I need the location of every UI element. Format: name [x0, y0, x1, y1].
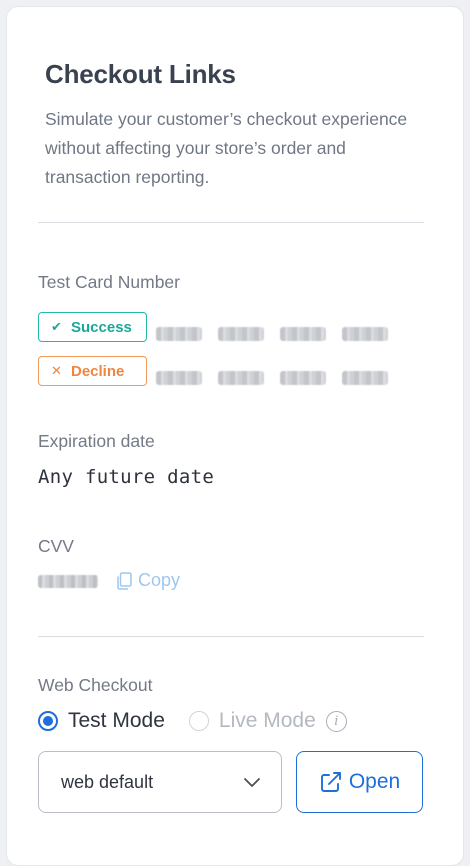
decline-badge: ✕ Decline — [38, 356, 147, 386]
info-icon[interactable]: i — [325, 710, 347, 732]
x-icon: ✕ — [51, 363, 62, 378]
copy-icon — [117, 571, 132, 590]
masked-digits — [280, 371, 326, 385]
expiration-value: Any future date — [38, 466, 215, 488]
select-value: web default — [61, 771, 154, 792]
section-divider — [38, 222, 424, 223]
expiration-label: Expiration date — [38, 431, 155, 451]
live-mode-label: Live Mode — [218, 709, 316, 732]
external-link-icon — [320, 772, 341, 792]
test-card-label: Test Card Number — [38, 272, 180, 292]
success-card-number-masked — [156, 327, 388, 341]
copy-button[interactable]: Copy — [116, 570, 180, 591]
decline-label: Decline — [71, 362, 125, 380]
chevron-down-icon — [244, 778, 260, 787]
success-badge: ✔ Success — [38, 312, 147, 342]
masked-digits — [342, 371, 388, 385]
checkout-template-select[interactable]: web default — [38, 751, 282, 813]
section-divider — [38, 636, 424, 637]
masked-digits — [156, 327, 202, 341]
page-title: Checkout Links — [45, 59, 236, 89]
test-mode-label: Test Mode — [68, 709, 165, 732]
success-label: Success — [71, 318, 132, 336]
copy-label: Copy — [138, 570, 181, 590]
radio-unselected-icon — [188, 711, 209, 731]
open-label: Open — [348, 770, 401, 793]
web-checkout-label: Web Checkout — [38, 675, 153, 695]
masked-digits — [156, 371, 202, 385]
check-icon: ✔ — [51, 319, 62, 334]
test-mode-radio[interactable]: Test Mode — [38, 709, 165, 733]
masked-digits — [218, 371, 264, 385]
cvv-value-masked — [38, 575, 98, 588]
open-button[interactable]: Open — [296, 751, 423, 813]
cvv-label: CVV — [38, 536, 74, 556]
mode-radio-group: Test Mode Live Mode i — [38, 709, 347, 733]
live-mode-radio[interactable]: Live Mode — [188, 709, 316, 733]
page-description: Simulate your customer’s checkout experi… — [45, 109, 408, 187]
masked-digits — [218, 327, 264, 341]
decline-card-number-masked — [156, 371, 388, 385]
masked-digits — [342, 327, 388, 341]
masked-digits — [280, 327, 326, 341]
radio-selected-icon — [38, 711, 58, 731]
